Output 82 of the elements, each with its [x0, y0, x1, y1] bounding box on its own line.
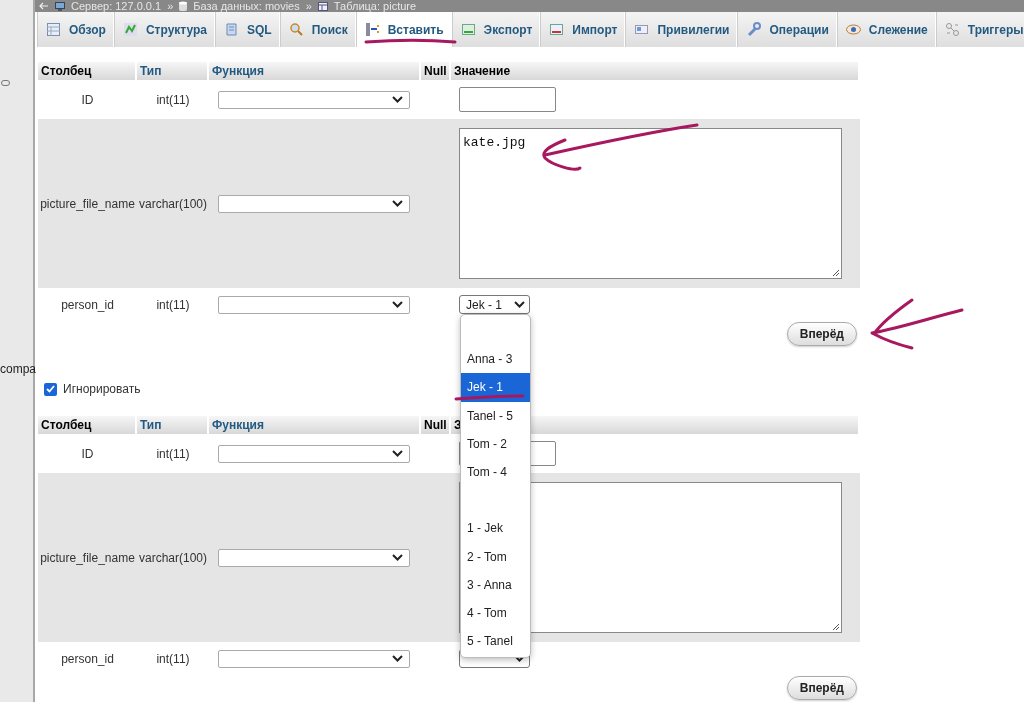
chevron-icon [392, 301, 403, 308]
function-select[interactable] [218, 444, 410, 463]
column-header: Тип [140, 418, 162, 432]
function-select[interactable] [218, 90, 410, 109]
ignore-label[interactable]: Игнорировать [63, 382, 141, 396]
chevron-icon [392, 96, 403, 103]
field-type: int(11) [156, 92, 190, 107]
value-select[interactable]: Jek - 1 [459, 295, 530, 314]
column-header: Тип [140, 64, 162, 78]
breadcrumb-separator: » [305, 0, 312, 12]
chevron-icon [514, 301, 525, 308]
field-type: int(11) [156, 446, 190, 461]
tab[interactable]: Слежение [836, 12, 936, 47]
column-header: Null [424, 418, 447, 432]
column-header: Столбец [41, 418, 92, 432]
dropdown-option[interactable]: Tom - 2 [461, 429, 530, 458]
function-select[interactable] [218, 649, 410, 668]
search-icon [288, 22, 304, 37]
chevron-icon [392, 655, 403, 662]
breadcrumb-separator: » [167, 0, 174, 12]
go-button[interactable]: Вперёд [786, 676, 857, 700]
function-select[interactable] [218, 548, 410, 567]
dropdown-option[interactable]: 2 - Tom [461, 542, 530, 571]
table-icon [46, 22, 61, 37]
dropdown-option[interactable]: 5 - Tanel [461, 627, 530, 656]
dropdown-option[interactable]: Tanel - 5 [461, 401, 530, 430]
table-icon [317, 1, 328, 11]
tab[interactable]: Привилегии [625, 12, 738, 47]
go-button[interactable]: Вперёд [786, 322, 857, 346]
dropdown-option[interactable]: 1 - Jek [461, 514, 530, 543]
column-header: Функция [212, 418, 264, 432]
column-header: Столбец [41, 64, 92, 78]
back-arrow-icon[interactable] [39, 2, 49, 10]
field-name: picture_file_name [40, 196, 135, 211]
dropdown-option[interactable]: Anna - 3 [461, 345, 530, 374]
scroll-icon [224, 22, 239, 37]
eye-icon [845, 22, 861, 37]
link-icon[interactable] [1, 80, 10, 86]
server-icon [55, 1, 65, 11]
resize-grip-icon[interactable] [832, 269, 840, 277]
tab[interactable]: SQL [215, 12, 280, 47]
wrench-icon [746, 22, 762, 37]
chevron-icon [392, 554, 403, 561]
import-icon [549, 22, 565, 37]
tab[interactable]: Обзор [37, 12, 114, 47]
function-select[interactable] [218, 295, 410, 314]
tab[interactable]: Импорт [540, 12, 626, 47]
card-icon [634, 22, 650, 37]
database-icon [179, 1, 188, 11]
dropdown-option[interactable]: Tom - 4 [461, 457, 530, 487]
tab[interactable]: Операции [737, 12, 837, 47]
dropdown-option[interactable]: 4 - Tom [461, 598, 530, 628]
field-name: person_id [61, 297, 114, 312]
column-header: Значение [454, 64, 511, 78]
field-type: varchar(100) [139, 550, 207, 565]
tab[interactable]: Триггеры [935, 12, 1024, 47]
field-name: person_id [61, 651, 114, 666]
chevron-icon [392, 450, 403, 457]
ignore-checkbox[interactable] [44, 382, 57, 396]
annotation-underline [454, 394, 525, 401]
value-textarea[interactable]: kate.jpg [459, 128, 842, 279]
export-icon [460, 22, 476, 37]
field-name: picture_file_name [40, 550, 135, 565]
structure-icon [122, 22, 138, 37]
value-input[interactable] [459, 87, 556, 112]
tab[interactable]: Структура [113, 12, 215, 47]
chevron-icon [514, 655, 525, 662]
resize-grip-icon[interactable] [832, 623, 840, 631]
column-header: Null [424, 64, 447, 78]
tab[interactable]: Экспорт [451, 12, 541, 47]
column-header: Функция [212, 64, 264, 78]
function-select[interactable] [218, 194, 410, 213]
dropdown-option[interactable]: 3 - Anna [461, 570, 530, 599]
chevron-icon [392, 200, 403, 207]
field-type: int(11) [156, 651, 190, 666]
insert-icon [364, 22, 380, 37]
trigger-icon [944, 22, 960, 37]
field-type: int(11) [156, 297, 190, 312]
field-name: ID [81, 92, 94, 107]
tab[interactable]: Поиск [279, 12, 356, 47]
field-name: ID [81, 446, 94, 461]
field-type: varchar(100) [139, 196, 207, 211]
